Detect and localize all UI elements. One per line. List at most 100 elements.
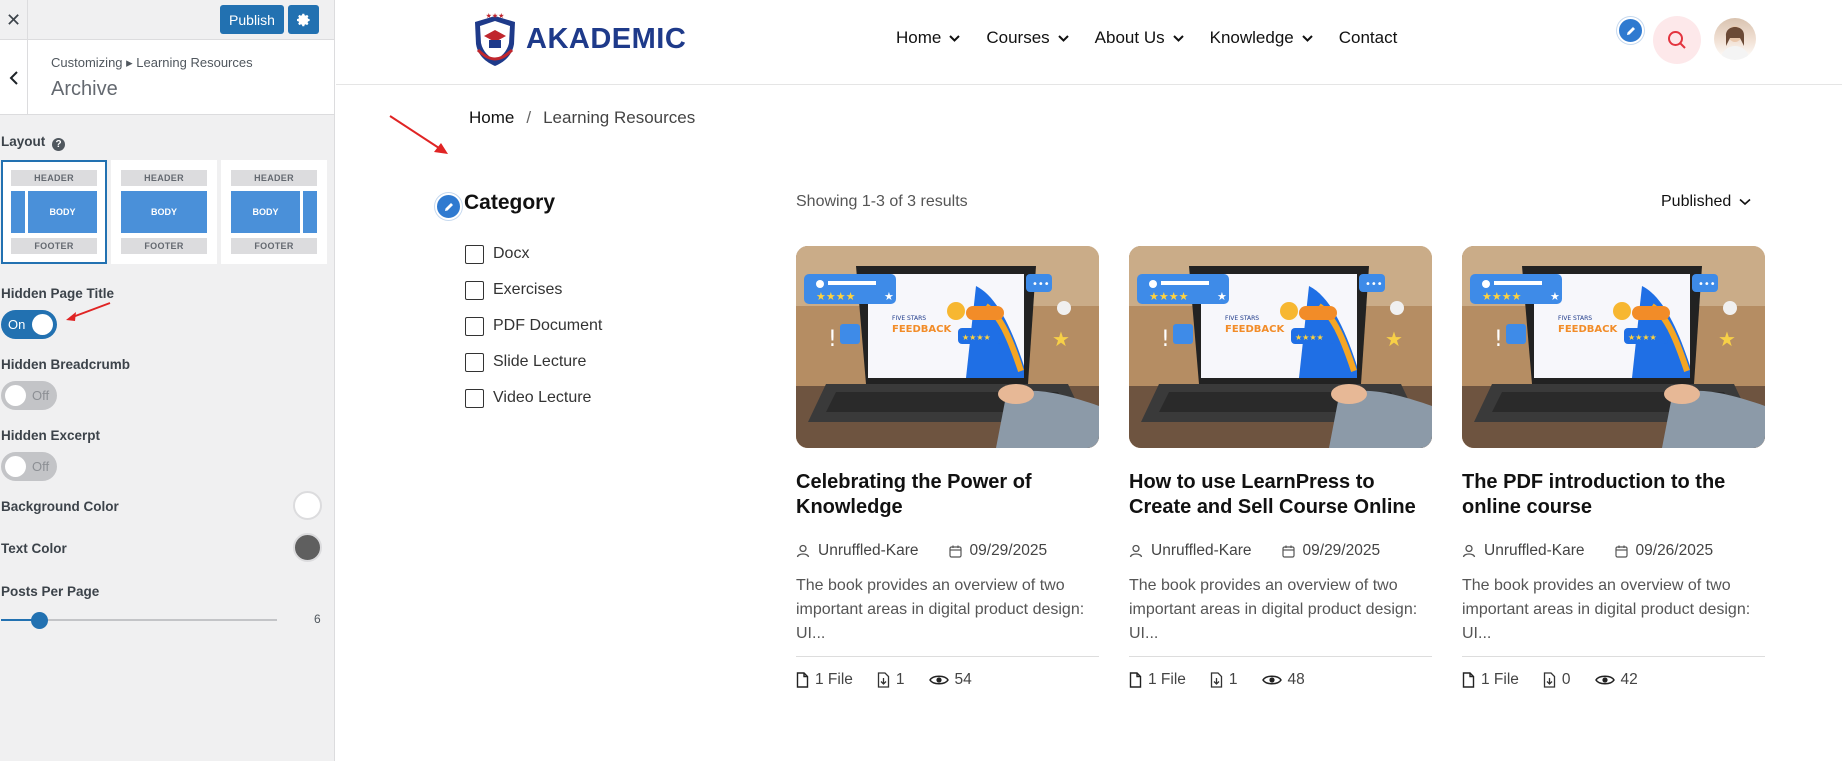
post-thumbnail[interactable]: ★★★★ ★ ••• FIVE STARS FEEDBACK ★★★★ ! ★ [1129,246,1432,448]
posts-per-page-thumb[interactable] [31,612,49,629]
eye-icon [928,675,949,685]
svg-text:★★★★: ★★★★ [1149,290,1189,303]
layout-full-width[interactable]: HEADER BODY FOOTER [111,160,217,264]
nav-item-courses[interactable]: Courses [986,28,1069,48]
category-item[interactable]: Exercises [465,272,602,308]
avatar[interactable] [1714,18,1756,60]
post-downloads: 1 [1228,671,1238,688]
post-date: 09/26/2025 [1635,542,1714,559]
annotation-arrow-icon [389,115,448,154]
shield-logo-icon: ★★★ [475,12,515,66]
post-views: 48 [1287,671,1305,688]
divider [1462,656,1765,657]
post-views: 42 [1620,671,1638,688]
svg-text:FEEDBACK: FEEDBACK [1558,324,1618,335]
breadcrumb-current: Learning Resources [543,108,696,127]
section-header: Customizing ▸ Learning Resources Archive [0,40,334,115]
text-color-swatch[interactable] [293,533,322,562]
layout-footer: FOOTER [121,238,207,254]
category-item[interactable]: Docx [465,236,602,272]
layout-body: BODY [231,191,300,233]
gear-icon[interactable] [288,5,319,34]
svg-text:•••: ••• [1698,279,1716,290]
layout-header: HEADER [231,170,317,186]
chevron-down-icon [1172,34,1184,42]
toggle-state: On [8,317,26,332]
site-logo[interactable]: ★★★ AKADEMIC [470,10,686,68]
breadcrumb-separator: / [526,108,532,127]
post-card[interactable]: ★★★★ ★ ••• FIVE STARS FEEDBACK ★★★★ ! ★ … [1129,246,1432,689]
hidden-excerpt-toggle[interactable]: Off [1,452,57,481]
breadcrumb: Home / Learning Resources [469,108,695,128]
post-author[interactable]: Unruffled-Kare [818,542,919,560]
nav-item-contact[interactable]: Contact [1339,28,1398,48]
download-file-icon [1210,672,1223,688]
post-author[interactable]: Unruffled-Kare [1151,542,1252,560]
post-thumbnail[interactable]: ★★★★ ★ ••• FIVE STARS FEEDBACK ★★★★ ! ★ [796,246,1099,448]
checkbox[interactable] [465,316,484,336]
svg-text:FIVE STARS: FIVE STARS [1558,315,1592,322]
post-file-count: 1 File [815,671,853,688]
post-title[interactable]: How to use LearnPress to Create and Sell… [1129,470,1432,520]
chevron-down-icon [1057,34,1069,42]
checkbox[interactable] [465,244,484,264]
hidden-page-title-toggle[interactable]: On [1,310,57,339]
file-icon [796,672,809,688]
help-icon[interactable]: ? [52,138,66,151]
post-file-count: 1 File [1481,671,1519,688]
calendar-icon [1281,545,1295,558]
layout-header: HEADER [121,170,207,186]
customizer-breadcrumb: Customizing ▸ Learning Resources [51,55,253,70]
svg-text:•••: ••• [1032,279,1050,290]
posts-per-page-value: 6 [314,612,321,626]
layout-right-sidebar[interactable]: HEADER BODY FOOTER [221,160,327,264]
search-icon [1668,31,1686,49]
post-thumbnail[interactable]: ★★★★ ★ ••• FIVE STARS FEEDBACK ★★★★ ! ★ [1462,246,1765,448]
search-button[interactable] [1653,16,1701,64]
svg-text:★: ★ [884,290,894,303]
post-card[interactable]: ★★★★ ★ ••• FIVE STARS FEEDBACK ★★★★ ! ★ … [796,246,1099,689]
layout-body: BODY [28,191,97,233]
post-title[interactable]: Celebrating the Power of Knowledge [796,470,1099,520]
post-meta: Unruffled-Kare 09/29/2025 [796,542,1099,560]
publish-button[interactable]: Publish [220,5,284,34]
checkbox[interactable] [465,352,484,372]
close-icon[interactable]: ✕ [0,0,28,40]
layout-footer: FOOTER [231,238,317,254]
post-downloads: 1 [895,671,905,688]
site-header: ★★★ AKADEMIC Home Courses About Us Knowl… [336,0,1842,85]
sort-dropdown[interactable]: Published [1661,193,1751,211]
category-item[interactable]: Slide Lecture [465,344,602,380]
post-card[interactable]: ★★★★ ★ ••• FIVE STARS FEEDBACK ★★★★ ! ★ … [1462,246,1765,689]
nav-item-about-us[interactable]: About Us [1095,28,1184,48]
post-views: 54 [954,671,972,688]
post-title[interactable]: The PDF introduction to the online cours… [1462,470,1765,520]
layout-header: HEADER [11,170,97,186]
checkbox[interactable] [465,280,484,300]
svg-text:!: ! [828,327,837,352]
nav-item-home[interactable]: Home [896,28,961,48]
eye-icon [1261,675,1282,685]
svg-text:FIVE STARS: FIVE STARS [892,315,926,322]
edit-shortcut-icon[interactable] [1617,17,1644,44]
svg-text:★: ★ [1718,327,1736,351]
nav-item-knowledge[interactable]: Knowledge [1210,28,1313,48]
layout-left-sidebar[interactable]: HEADER BODY FOOTER [1,160,107,264]
edit-shortcut-icon[interactable] [435,193,462,220]
post-grid: ★★★★ ★ ••• FIVE STARS FEEDBACK ★★★★ ! ★ … [796,246,1765,689]
hidden-breadcrumb-label: Hidden Breadcrumb [1,357,131,372]
category-item[interactable]: PDF Document [465,308,602,344]
svg-text:!: ! [1161,327,1170,352]
background-color-swatch[interactable] [293,491,322,520]
divider [1129,656,1432,657]
checkbox[interactable] [465,388,484,408]
category-item[interactable]: Video Lecture [465,380,602,416]
logo-text: AKADEMIC [526,22,687,55]
post-meta: Unruffled-Kare 09/29/2025 [1129,542,1432,560]
back-arrow-icon[interactable] [0,40,28,115]
toggle-state: Off [32,459,50,474]
post-author[interactable]: Unruffled-Kare [1484,542,1585,560]
breadcrumb-home[interactable]: Home [469,108,514,128]
hidden-breadcrumb-toggle[interactable]: Off [1,381,57,410]
svg-text:★: ★ [1550,290,1560,303]
